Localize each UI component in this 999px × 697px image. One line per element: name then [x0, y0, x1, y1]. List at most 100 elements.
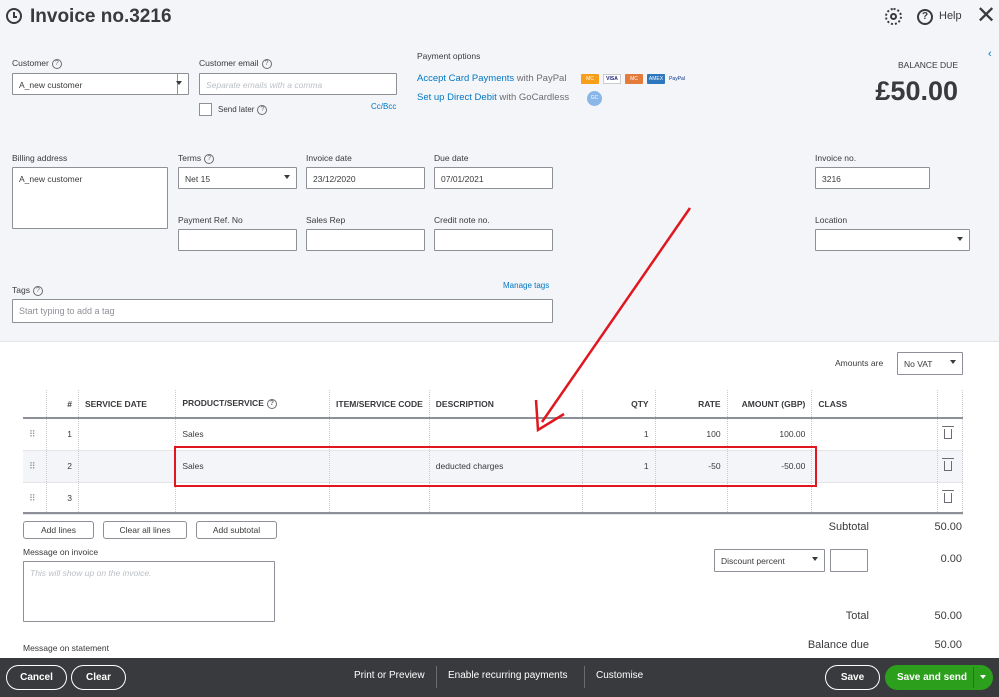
discount-value-input[interactable]: [830, 549, 868, 572]
gear-icon[interactable]: [885, 8, 902, 25]
clear-all-lines-button[interactable]: Clear all lines: [103, 521, 187, 539]
customer-select[interactable]: A_new customer: [12, 73, 189, 95]
mastercard-icon: MC: [581, 74, 599, 84]
due-date-input[interactable]: 07/01/2021: [434, 167, 553, 189]
direct-debit-row: Set up Direct Debit with GoCardless: [417, 92, 569, 103]
collapse-panel-chevron-icon[interactable]: ‹: [988, 48, 992, 60]
cc-bcc-link[interactable]: Cc/Bcc: [371, 102, 396, 111]
drag-column-header: [23, 390, 48, 419]
gocardless-icon: GC: [587, 91, 602, 106]
help-circle-icon[interactable]: ?: [51, 58, 62, 69]
send-later-checkbox[interactable]: [199, 103, 212, 116]
row-number: 2: [46, 450, 79, 483]
send-later-label: Send later?: [218, 105, 268, 115]
direct-debit-link[interactable]: Set up Direct Debit: [417, 92, 497, 103]
customise-link[interactable]: Customise: [596, 670, 643, 681]
amounts-are-select[interactable]: No VAT: [897, 352, 963, 375]
recent-transactions-icon[interactable]: [6, 8, 22, 24]
delete-row-cell[interactable]: [937, 418, 963, 451]
save-button[interactable]: Save: [825, 665, 880, 690]
subtotal-value: 50.00: [934, 521, 962, 533]
add-lines-button[interactable]: Add lines: [23, 521, 94, 539]
chevron-down-icon[interactable]: [980, 675, 986, 679]
location-label: Location: [815, 215, 848, 225]
invoice-no-input[interactable]: 3216: [815, 167, 930, 189]
amounts-are-label: Amounts are: [835, 358, 884, 368]
chevron-down-icon: [812, 557, 818, 561]
discount-type-select[interactable]: Discount percent: [714, 549, 825, 572]
message-statement-label: Message on statement: [23, 643, 109, 653]
column-header-item-code: ITEM/SERVICE CODE: [329, 390, 430, 419]
print-preview-link[interactable]: Print or Preview: [354, 670, 425, 681]
chevron-down-icon: [957, 237, 963, 241]
sales-rep-input[interactable]: [306, 229, 425, 251]
message-invoice-label: Message on invoice: [23, 547, 99, 557]
class-cell[interactable]: [811, 450, 939, 483]
paypal-icon: PayPal: [669, 76, 685, 82]
class-cell[interactable]: [811, 418, 939, 451]
chevron-down-icon: [284, 175, 290, 179]
annotation-highlight-box: [174, 446, 817, 487]
drag-handle-icon[interactable]: ⠿: [23, 450, 48, 483]
class-cell[interactable]: [811, 482, 939, 515]
delete-row-cell[interactable]: [937, 482, 963, 515]
invoice-date-label: Invoice date: [306, 153, 352, 163]
service-date-cell[interactable]: [78, 418, 177, 451]
cancel-button[interactable]: Cancel: [6, 665, 67, 690]
drag-handle-icon[interactable]: ⠿: [23, 482, 48, 515]
help-circle-icon[interactable]: ?: [257, 105, 268, 115]
trash-icon[interactable]: [942, 458, 955, 471]
help-circle-icon[interactable]: ?: [261, 58, 272, 69]
maestro-icon: MC: [625, 74, 643, 84]
annotation-arrow-icon: [534, 207, 692, 433]
column-header-amount: AMOUNT (GBP): [727, 390, 813, 419]
drag-handle-icon[interactable]: ⠿: [23, 418, 48, 451]
column-header-number: #: [46, 390, 79, 419]
help-icon[interactable]: ?: [917, 9, 933, 25]
sales-rep-label: Sales Rep: [306, 215, 346, 225]
save-and-send-button[interactable]: Save and send: [885, 665, 993, 690]
payment-ref-input[interactable]: [178, 229, 297, 251]
enable-recurring-link[interactable]: Enable recurring payments: [448, 670, 568, 681]
column-header-service-date: SERVICE DATE: [78, 390, 177, 419]
tags-label: Tags?: [12, 285, 43, 296]
accept-card-payments-link[interactable]: Accept Card Payments: [417, 73, 514, 84]
card-payments-suffix: with PayPal: [516, 73, 567, 84]
help-circle-icon[interactable]: ?: [32, 285, 43, 296]
add-subtotal-button[interactable]: Add subtotal: [196, 521, 277, 539]
row-number: 3: [46, 482, 79, 515]
trash-icon[interactable]: [942, 490, 955, 503]
delete-column-header: [937, 390, 963, 419]
balance-due-amount: £50.00: [875, 76, 958, 106]
invoice-date-input[interactable]: 23/12/2020: [306, 167, 425, 189]
service-date-cell[interactable]: [78, 450, 177, 483]
delete-row-cell[interactable]: [937, 450, 963, 483]
clear-button[interactable]: Clear: [71, 665, 126, 690]
card-payments-row: Accept Card Payments with PayPal: [417, 73, 566, 84]
message-invoice-textarea[interactable]: This will show up on the invoice.: [23, 561, 275, 622]
help-label[interactable]: Help: [939, 10, 962, 22]
billing-address-input[interactable]: A_new customer: [12, 167, 168, 229]
balance-due-total-value: 50.00: [934, 639, 962, 651]
table-header-row: # SERVICE DATE PRODUCT/SERVICE? ITEM/SER…: [23, 390, 963, 419]
split-divider: [973, 667, 974, 688]
trash-icon[interactable]: [942, 426, 955, 440]
due-date-label: Due date: [434, 153, 469, 163]
help-circle-icon[interactable]: ?: [204, 153, 215, 164]
customer-email-input[interactable]: Separate emails with a comma: [199, 73, 397, 95]
footer-divider: [584, 666, 585, 688]
service-date-cell[interactable]: [78, 482, 177, 515]
footer-divider: [436, 666, 437, 688]
terms-select[interactable]: Net 15: [178, 167, 297, 189]
location-select[interactable]: [815, 229, 970, 251]
close-icon[interactable]: ✕: [976, 2, 996, 30]
table-bottom-rule: [23, 512, 963, 514]
row-number: 1: [46, 418, 79, 451]
credit-note-label: Credit note no.: [434, 215, 490, 225]
customer-label: Customer?: [12, 58, 62, 69]
footer-bar: Cancel Clear Print or Preview Enable rec…: [0, 658, 999, 697]
tags-input[interactable]: Start typing to add a tag: [12, 299, 553, 323]
chevron-down-icon: [176, 81, 182, 85]
help-circle-icon[interactable]: ?: [266, 398, 277, 409]
balance-due-total-label: Balance due: [807, 639, 869, 651]
